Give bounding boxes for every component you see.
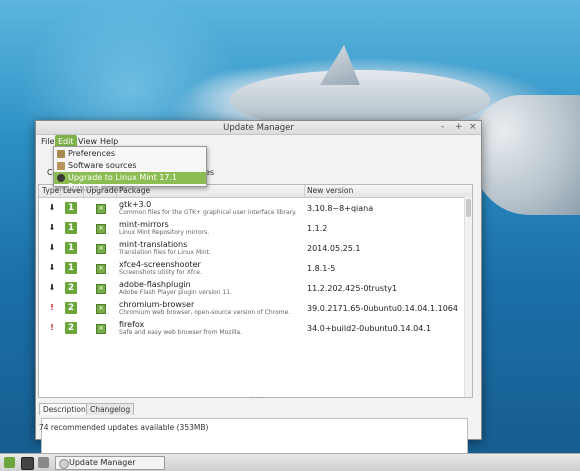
taskbar-update-manager-button[interactable]: Update Manager <box>55 456 165 470</box>
tab-changelog[interactable]: Changelog <box>86 403 135 415</box>
package-name: chromium-browser <box>119 300 195 309</box>
package-type-icon: ⬇ <box>48 263 56 272</box>
upgrade-icon <box>57 174 65 182</box>
terminal-icon[interactable] <box>21 457 34 470</box>
package-description: Translation files for Linux Mint. <box>119 249 211 256</box>
column-new-version[interactable]: New version <box>307 186 353 195</box>
table-row[interactable]: ⬇ 2 ✕ adobe-flashplugin Adobe Flash Play… <box>39 278 472 298</box>
upgrade-checkbox[interactable]: ✕ <box>96 204 106 214</box>
package-version: 1.1.2 <box>307 224 328 233</box>
package-version: 11.2.202.425-0trusty1 <box>307 284 398 293</box>
package-type-icon: ⬇ <box>48 203 56 212</box>
level-badge: 2 <box>65 322 77 334</box>
table-row[interactable]: ! 2 ✕ chromium-browser Chromium web brow… <box>39 298 472 318</box>
preferences-icon <box>57 150 65 158</box>
upgrade-checkbox[interactable]: ✕ <box>96 264 106 274</box>
titlebar[interactable]: Update Manager - + × <box>36 121 481 135</box>
package-version: 1.8.1-5 <box>307 264 336 273</box>
package-name: mint-mirrors <box>119 220 169 229</box>
package-version: 34.0+build2-0ubuntu0.14.04.1 <box>307 324 431 333</box>
table-row[interactable]: ⬇ 1 ✕ mint-translations Translation file… <box>39 238 472 258</box>
package-name: gtk+3.0 <box>119 200 152 209</box>
package-version: 3.10.8~8+qiana <box>307 204 374 213</box>
maximize-button[interactable]: + <box>455 122 463 132</box>
package-version: 2014.05.25.1 <box>307 244 361 253</box>
package-version: 39.0.2171.65-0ubuntu0.14.04.1.1064 <box>307 304 458 313</box>
level-badge: 1 <box>65 242 77 254</box>
menu-file[interactable]: File <box>39 137 56 146</box>
mint-menu-icon[interactable] <box>4 457 15 468</box>
security-update-icon: ! <box>50 303 54 312</box>
level-badge: 1 <box>65 202 77 214</box>
menu-item-preferences[interactable]: Preferences <box>54 148 206 160</box>
package-name: adobe-flashplugin <box>119 280 191 289</box>
pane-resize-grip[interactable] <box>251 397 263 401</box>
show-desktop-icon[interactable] <box>38 457 49 468</box>
dolphin-fin <box>320 45 360 85</box>
package-description: Common files for the GTK+ graphical user… <box>119 209 297 216</box>
upgrade-checkbox[interactable]: ✕ <box>96 284 106 294</box>
status-text: 74 recommended updates available (353MB) <box>39 423 209 432</box>
menu-item-upgrade[interactable]: Upgrade to Linux Mint 17.1 Rebecca <box>54 172 206 191</box>
scrollbar-thumb[interactable] <box>466 199 471 217</box>
level-badge: 1 <box>65 222 77 234</box>
security-update-icon: ! <box>50 323 54 332</box>
table-row[interactable]: ! 2 ✕ firefox Safe and easy web browser … <box>39 318 472 338</box>
package-description: Adobe Flash Player plugin version 11. <box>119 289 232 296</box>
toolbar-fragment-left: C <box>47 168 53 177</box>
package-name: firefox <box>119 320 145 329</box>
package-type-icon: ⬇ <box>48 243 56 252</box>
package-name: xfce4-screenshooter <box>119 260 201 269</box>
package-description: Chromium web browser, open-source versio… <box>119 309 291 316</box>
level-badge: 1 <box>65 262 77 274</box>
edit-menu-dropdown: Preferences Software sources Upgrade to … <box>53 146 207 191</box>
table-scrollbar[interactable] <box>464 197 472 397</box>
package-description: Screenshots utility for Xfce. <box>119 269 202 276</box>
upgrade-checkbox[interactable]: ✕ <box>96 244 106 254</box>
window-title: Update Manager <box>223 123 294 133</box>
updates-table: Type Level Upgrade Package New version ⬇… <box>38 184 473 398</box>
package-description: Linux Mint Repository mirrors. <box>119 229 210 236</box>
minimize-button[interactable]: - <box>441 122 444 132</box>
upgrade-checkbox[interactable]: ✕ <box>96 324 106 334</box>
upgrade-checkbox[interactable]: ✕ <box>96 304 106 314</box>
table-row[interactable]: ⬇ 1 ✕ xfce4-screenshooter Screenshots ut… <box>39 258 472 278</box>
close-button[interactable]: × <box>469 122 477 132</box>
column-type[interactable]: Type <box>42 186 59 195</box>
menu-help[interactable]: Help <box>98 137 120 146</box>
dolphin-head <box>470 95 580 215</box>
tab-description[interactable]: Description <box>39 403 90 415</box>
package-type-icon: ⬇ <box>48 223 56 232</box>
software-sources-icon <box>57 162 65 170</box>
menu-view[interactable]: View <box>76 137 99 146</box>
upgrade-checkbox[interactable]: ✕ <box>96 224 106 234</box>
package-description: Safe and easy web browser from Mozilla. <box>119 329 243 336</box>
package-type-icon: ⬇ <box>48 283 56 292</box>
menu-item-software-sources[interactable]: Software sources <box>54 160 206 172</box>
taskbar: Update Manager <box>0 453 580 471</box>
level-badge: 2 <box>65 302 77 314</box>
table-row[interactable]: ⬇ 1 ✕ mint-mirrors Linux Mint Repository… <box>39 218 472 238</box>
package-name: mint-translations <box>119 240 188 249</box>
level-badge: 2 <box>65 282 77 294</box>
update-manager-icon <box>59 459 69 469</box>
table-row[interactable]: ⬇ 1 ✕ gtk+3.0 Common files for the GTK+ … <box>39 198 472 218</box>
